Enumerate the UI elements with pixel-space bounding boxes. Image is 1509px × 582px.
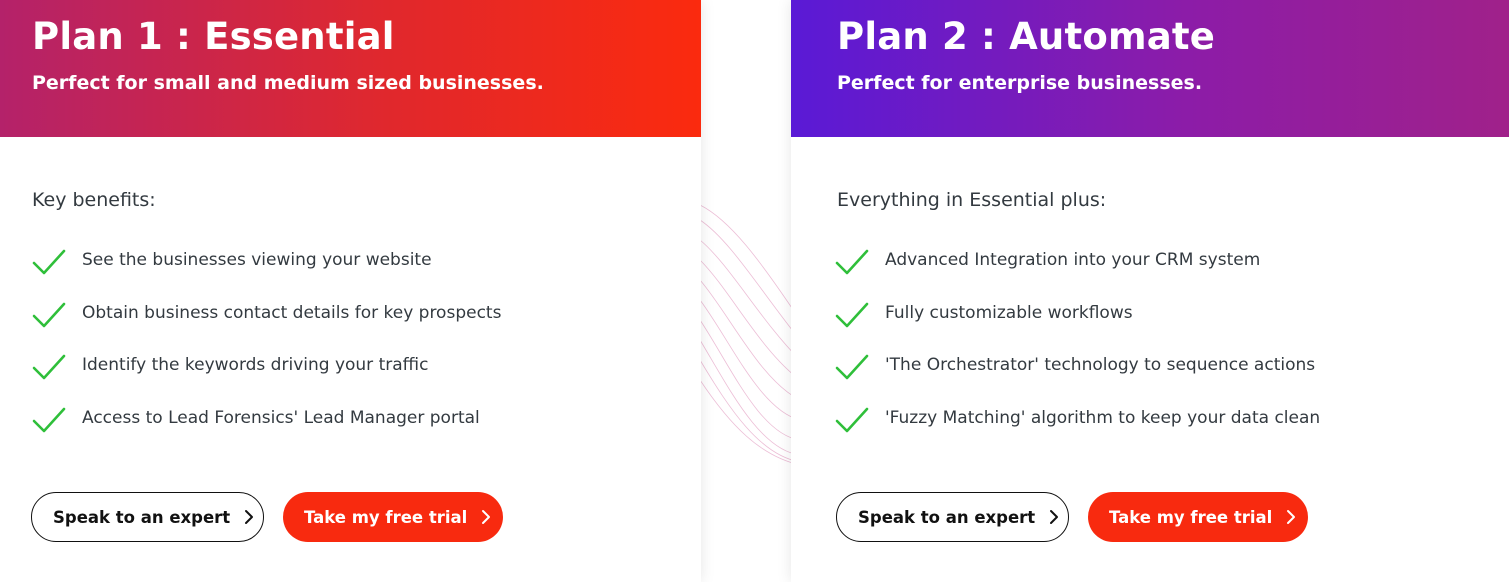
- button-label: Take my free trial: [304, 507, 468, 527]
- benefit-list: See the businesses viewing your website …: [32, 245, 501, 455]
- checkmark-icon: [835, 407, 869, 432]
- decorative-wave-lines: [699, 204, 800, 466]
- benefit-text: Advanced Integration into your CRM syste…: [885, 250, 1261, 270]
- plan-header-essential: Plan 1 : Essential Perfect for small and…: [0, 0, 701, 137]
- free-trial-button[interactable]: Take my free trial: [283, 492, 503, 542]
- benefit-item: Advanced Integration into your CRM syste…: [835, 245, 1320, 298]
- checkmark-icon: [32, 354, 66, 380]
- chevron-right-icon: [1050, 510, 1059, 524]
- benefit-text: Access to Lead Forensics' Lead Manager p…: [82, 407, 480, 428]
- free-trial-button[interactable]: Take my free trial: [1088, 492, 1308, 542]
- button-label: Take my free trial: [1109, 507, 1273, 527]
- chevron-right-icon: [245, 510, 254, 524]
- section-heading: Key benefits:: [32, 189, 156, 211]
- plan-subtitle: Perfect for enterprise businesses.: [837, 72, 1203, 94]
- chevron-right-icon: [1287, 510, 1296, 524]
- plan-card-automate: Plan 2 : Automate Perfect for enterprise…: [791, 0, 1509, 582]
- plan-title: Plan 2 : Automate: [837, 15, 1216, 58]
- button-label: Speak to an expert: [858, 507, 1036, 527]
- checkmark-icon: [835, 249, 869, 275]
- plan-subtitle: Perfect for small and medium sized busin…: [32, 72, 544, 94]
- benefit-text: Fully customizable workflows: [885, 302, 1133, 323]
- checkmark-icon: [835, 302, 869, 327]
- checkmark-icon: [32, 302, 66, 327]
- benefit-item: 'The Orchestrator' technology to sequenc…: [835, 350, 1320, 403]
- benefit-text: Identify the keywords driving your traff…: [82, 355, 429, 375]
- checkmark-icon: [835, 354, 869, 380]
- checkmark-icon: [32, 407, 66, 432]
- plan-title: Plan 1 : Essential: [32, 15, 395, 58]
- benefit-text: 'The Orchestrator' technology to sequenc…: [885, 355, 1316, 375]
- benefit-item: See the businesses viewing your website: [32, 245, 501, 298]
- benefit-text: Obtain business contact details for key …: [82, 302, 502, 323]
- benefit-item: Obtain business contact details for key …: [32, 298, 501, 351]
- benefit-item: Identify the keywords driving your traff…: [32, 350, 501, 403]
- speak-to-expert-button[interactable]: Speak to an expert: [836, 492, 1069, 542]
- benefit-list: Advanced Integration into your CRM syste…: [835, 245, 1320, 455]
- benefit-text: 'Fuzzy Matching' algorithm to keep your …: [885, 407, 1321, 428]
- button-label: Speak to an expert: [53, 507, 231, 527]
- plan-header-automate: Plan 2 : Automate Perfect for enterprise…: [791, 0, 1509, 137]
- benefit-text: See the businesses viewing your website: [82, 250, 432, 270]
- speak-to-expert-button[interactable]: Speak to an expert: [31, 492, 264, 542]
- section-heading: Everything in Essential plus:: [837, 189, 1107, 211]
- benefit-item: 'Fuzzy Matching' algorithm to keep your …: [835, 403, 1320, 456]
- benefit-item: Access to Lead Forensics' Lead Manager p…: [32, 403, 501, 456]
- chevron-right-icon: [482, 510, 491, 524]
- checkmark-icon: [32, 249, 66, 275]
- plan-card-essential: Plan 1 : Essential Perfect for small and…: [0, 0, 701, 582]
- benefit-item: Fully customizable workflows: [835, 298, 1320, 351]
